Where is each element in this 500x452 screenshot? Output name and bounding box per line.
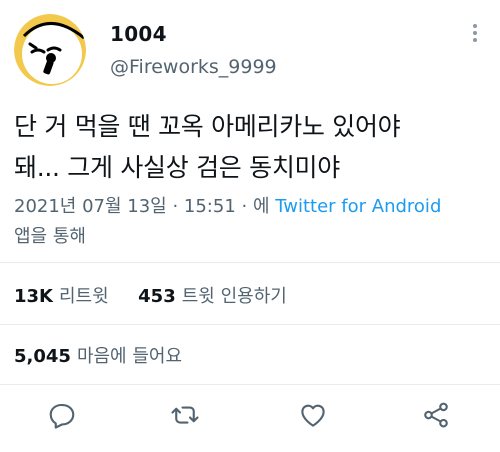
action-bar	[0, 386, 500, 442]
retweets-count: 13K	[14, 286, 53, 307]
tweet-text: 단 거 먹을 땐 꼬옥 아메리카노 있어야 돼... 그게 사실상 검은 동치미…	[14, 112, 401, 182]
tweet-timestamp[interactable]: 2021년 07월 13일 · 15:51 · 에	[14, 196, 270, 217]
quotes-stat[interactable]: 453 트윗 인용하기	[138, 286, 287, 307]
more-options-icon[interactable]	[470, 24, 480, 48]
retweet-icon[interactable]	[170, 400, 200, 430]
divider	[0, 262, 500, 263]
quotes-label: 트윗 인용하기	[181, 286, 287, 307]
divider	[0, 384, 500, 385]
reply-icon[interactable]	[47, 400, 77, 430]
divider	[0, 324, 500, 325]
cartoon-face-microphone-avatar-icon	[14, 14, 86, 86]
retweet-stats-row: 13K 리트윗 453 트윗 인용하기	[14, 282, 287, 308]
tweet-header: 1004 @Fireworks_9999	[14, 14, 486, 86]
tweet-source-link[interactable]: Twitter for Android	[275, 196, 441, 217]
likes-stats-row: 5,045 마음에 들어요	[14, 342, 182, 368]
likes-count: 5,045	[14, 346, 71, 367]
retweets-label: 리트윗	[59, 286, 109, 307]
user-handle[interactable]: @Fireworks_9999	[110, 56, 277, 78]
retweets-stat[interactable]: 13K 리트윗	[14, 286, 109, 307]
share-icon[interactable]	[421, 400, 451, 430]
quotes-count: 453	[138, 286, 176, 307]
display-name[interactable]: 1004	[110, 22, 167, 46]
tweet-source-suffix: 앱을 통해	[14, 226, 86, 247]
avatar[interactable]	[14, 14, 86, 86]
likes-stat[interactable]: 5,045 마음에 들어요	[14, 346, 182, 367]
likes-label: 마음에 들어요	[76, 346, 183, 367]
tweet-meta: 2021년 07월 13일 · 15:51 · 에 Twitter for An…	[14, 192, 486, 252]
like-icon[interactable]	[298, 400, 328, 430]
